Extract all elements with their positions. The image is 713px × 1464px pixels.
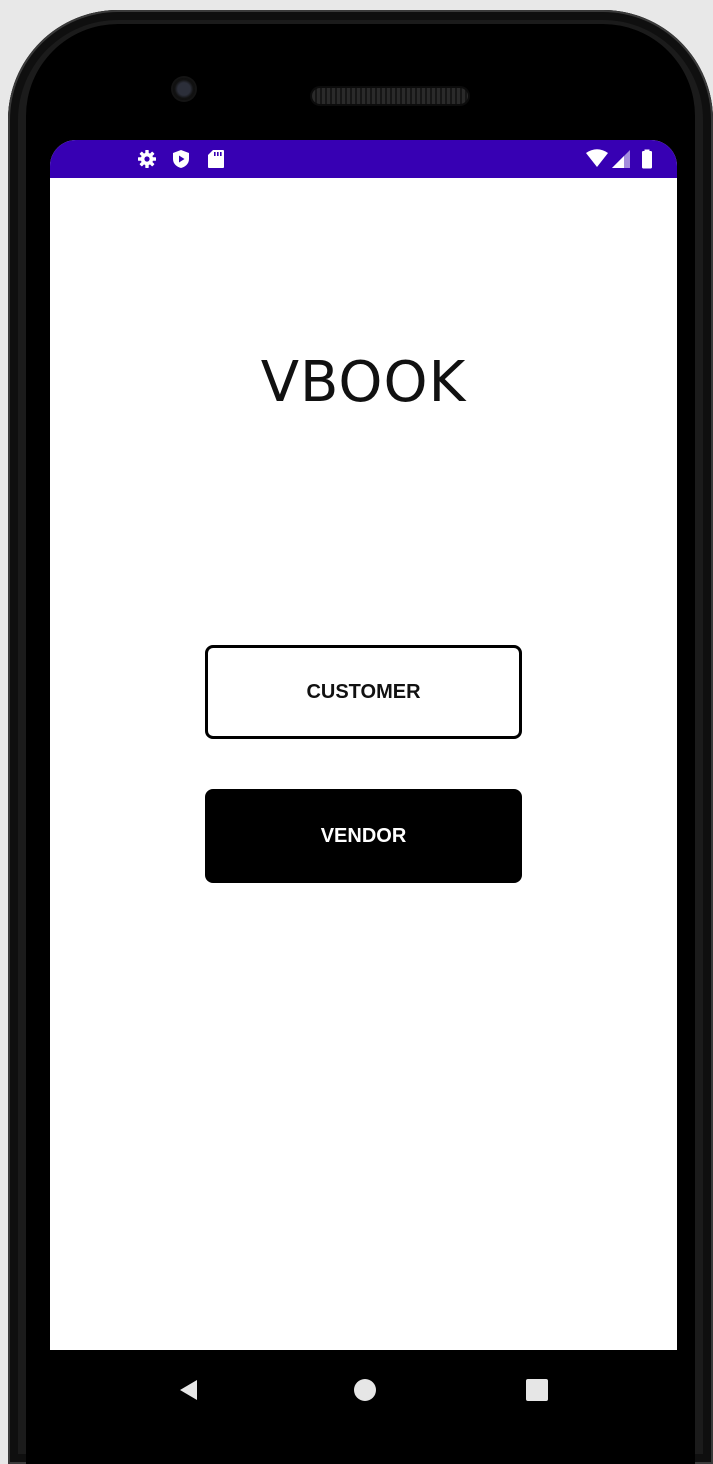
settings-icon (138, 150, 156, 168)
home-icon[interactable] (351, 1376, 379, 1404)
shield-icon (173, 150, 189, 168)
signal-icon (612, 150, 630, 168)
earpiece-speaker (312, 88, 468, 104)
recents-icon[interactable] (523, 1376, 551, 1404)
app-screen: VBOOK CUSTOMER VENDOR (50, 140, 677, 1350)
vendor-button[interactable]: VENDOR (205, 789, 522, 883)
app-title: VBOOK (260, 350, 467, 415)
front-camera (173, 78, 195, 100)
navigation-bar (50, 1350, 677, 1430)
wifi-icon (586, 149, 608, 167)
sd-card-icon (208, 150, 224, 168)
battery-icon (642, 149, 652, 169)
status-bar (50, 140, 677, 178)
customer-button[interactable]: CUSTOMER (205, 645, 522, 739)
back-icon[interactable] (175, 1376, 203, 1404)
